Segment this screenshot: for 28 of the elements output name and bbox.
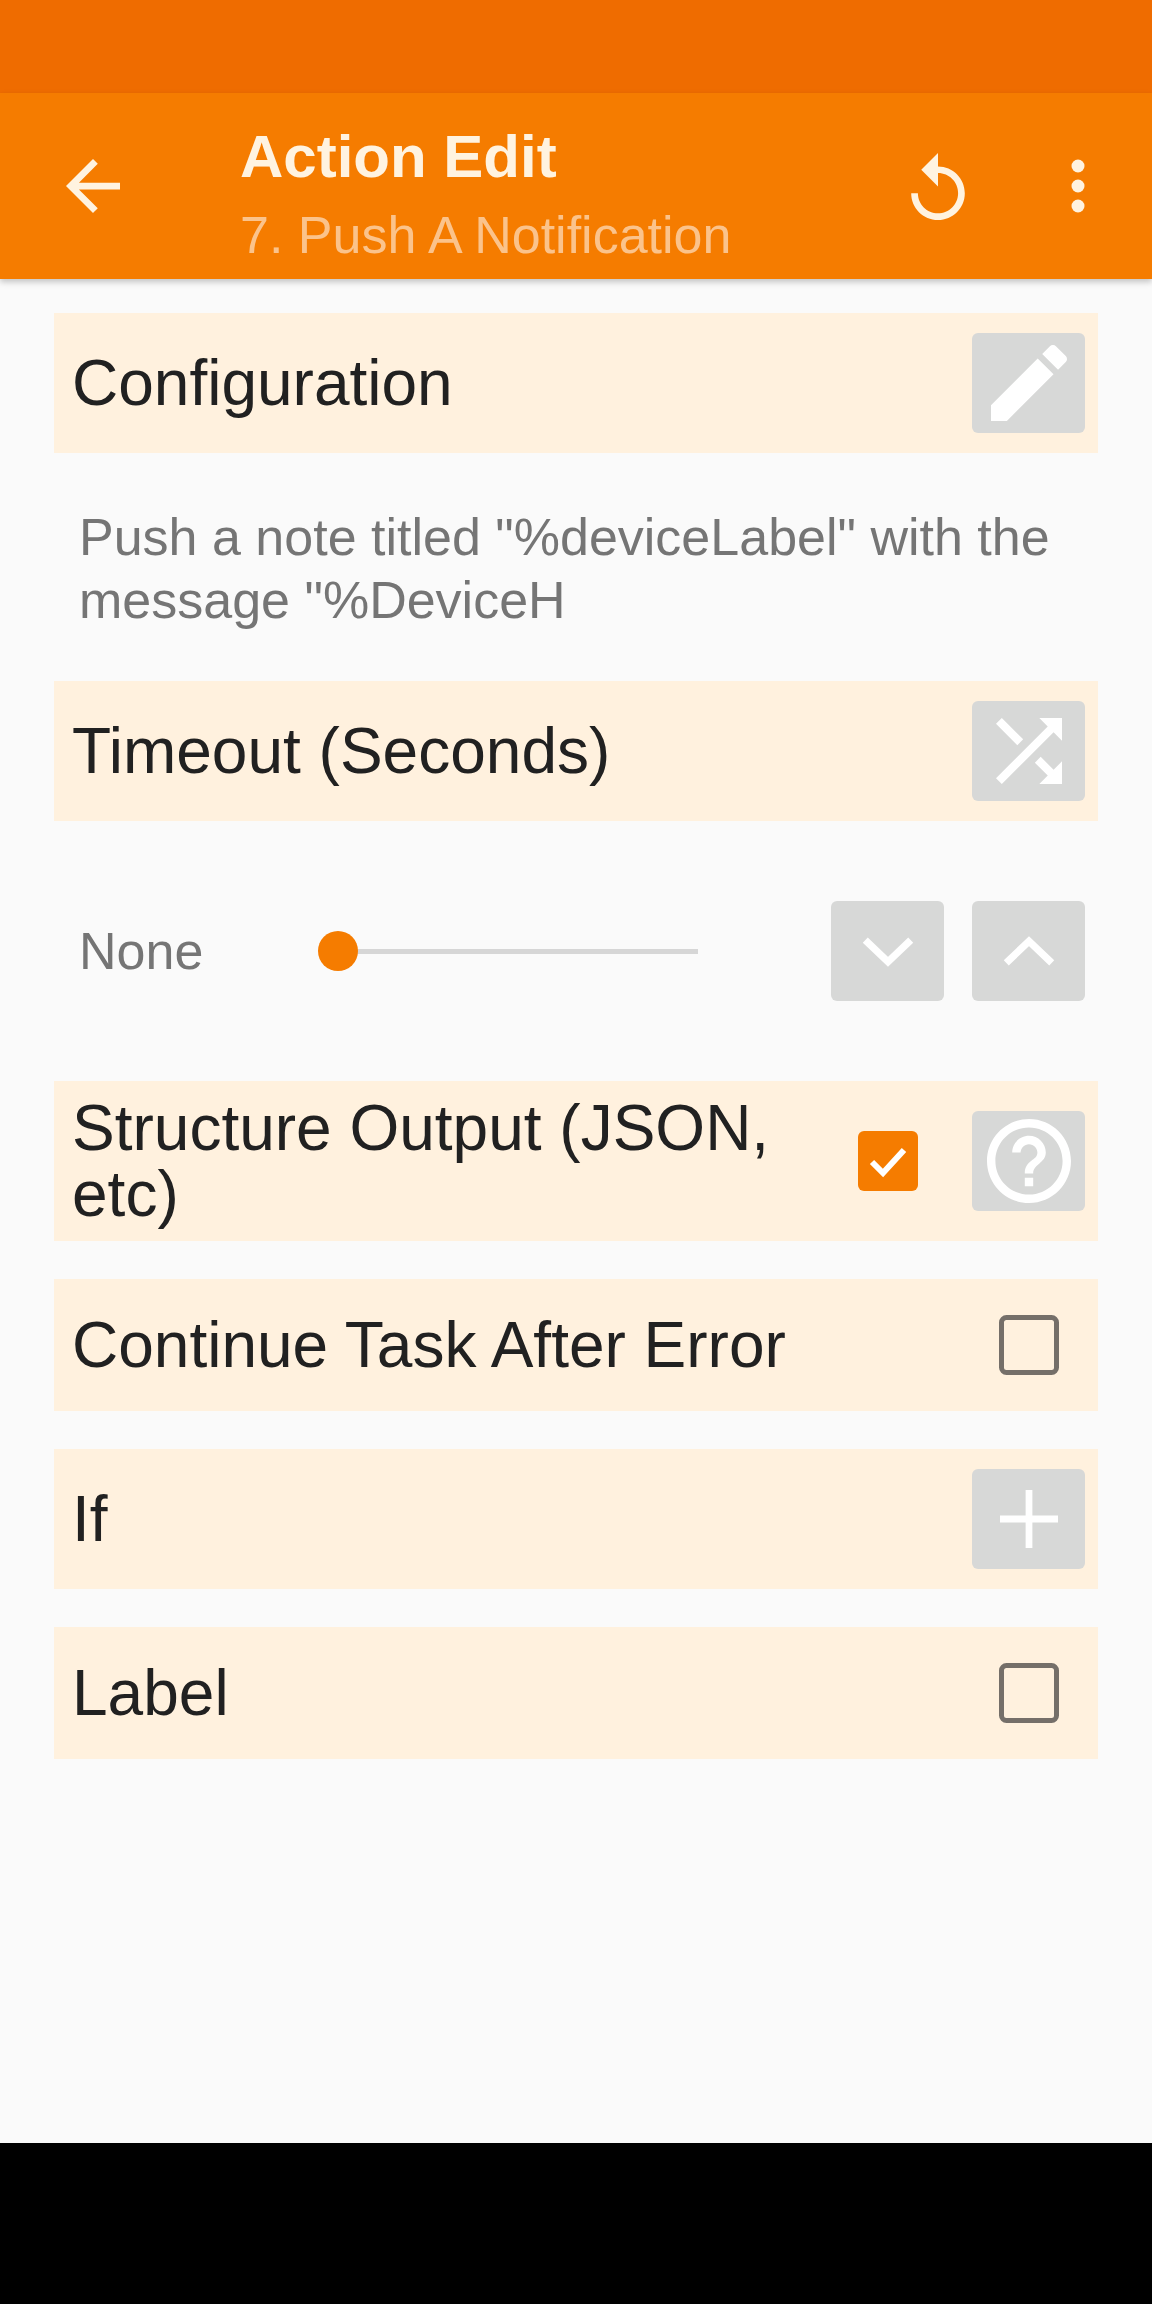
more-menu-icon[interactable]	[1071, 159, 1085, 213]
checkbox[interactable]	[998, 1315, 1059, 1375]
shuffle-icon	[995, 718, 1062, 784]
help-button[interactable]	[972, 1111, 1085, 1211]
section-label: Structure Output (JSON, etc)	[72, 1095, 771, 1227]
slider-thumb[interactable]	[318, 931, 358, 971]
screen-title: Action Edit	[240, 122, 557, 192]
screen-subtitle: 7. Push A Notification	[240, 205, 732, 266]
edit-button[interactable]	[972, 333, 1085, 433]
section-label: Label	[72, 1660, 229, 1726]
decrease-button[interactable]	[831, 901, 944, 1001]
chevron-down-icon	[861, 935, 914, 967]
pencil-icon	[990, 345, 1067, 421]
section-label: Timeout (Seconds)	[72, 718, 611, 784]
refresh-icon[interactable]	[911, 152, 965, 220]
section-label: If	[72, 1486, 108, 1552]
shuffle-button[interactable]	[972, 701, 1085, 801]
back-arrow-icon[interactable]	[66, 159, 120, 213]
plus-icon	[999, 1490, 1058, 1548]
action-description: Push a note titled "%deviceLabel" with the message "%DeviceH	[79, 507, 1051, 631]
section-label: Continue Task After Error	[72, 1312, 786, 1378]
section-label: Configuration	[72, 350, 453, 416]
add-button[interactable]	[972, 1469, 1085, 1569]
checkbox[interactable]	[857, 1131, 918, 1191]
increase-button[interactable]	[972, 901, 1085, 1001]
slider-value: None	[79, 922, 204, 980]
checkbox[interactable]	[998, 1663, 1059, 1723]
chevron-up-icon	[1002, 935, 1055, 967]
